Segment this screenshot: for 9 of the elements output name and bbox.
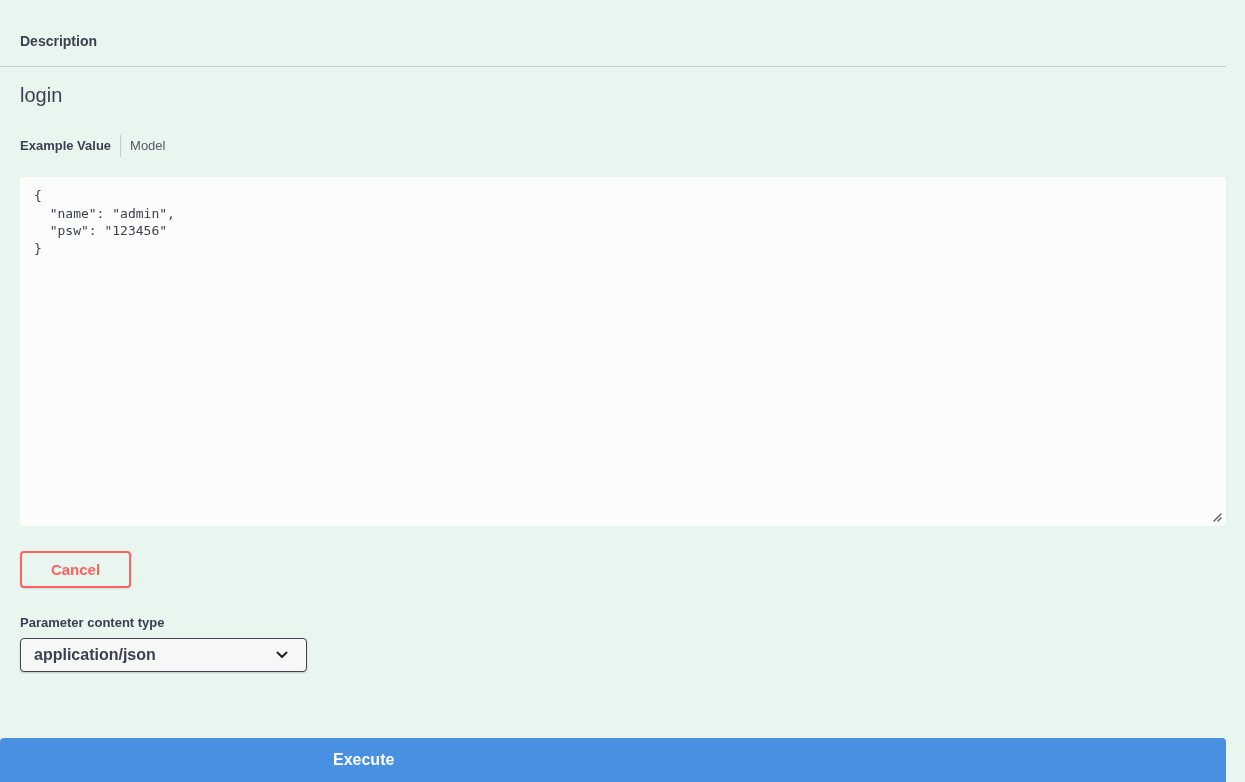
resize-grip-icon[interactable] [1213,513,1222,522]
content-type-select[interactable]: application/json [20,638,307,672]
content-type-label: Parameter content type [20,615,165,631]
description-text: login [20,83,63,108]
request-body-field[interactable]: { "name": "admin", "psw": "123456" } [20,177,1226,526]
chevron-down-icon [276,651,288,659]
example-tab[interactable]: Model [130,137,166,155]
description-heading: Description [20,32,97,50]
example-tab[interactable]: Example Value [20,137,112,155]
